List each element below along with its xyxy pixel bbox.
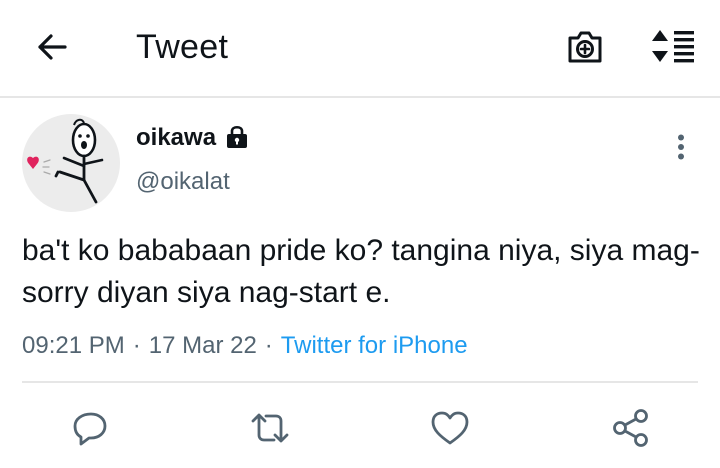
page-title: Tweet bbox=[136, 28, 229, 66]
heart-icon bbox=[429, 408, 471, 448]
meta-separator: · bbox=[132, 332, 141, 359]
retweet-icon bbox=[248, 408, 292, 448]
tweet-time: 09:21 PM bbox=[22, 332, 125, 359]
share-icon bbox=[610, 407, 652, 449]
tweet-source-link[interactable]: Twitter for iPhone bbox=[281, 332, 468, 360]
tweet-text: ba't ko bababaan pride ko? tangina niya,… bbox=[22, 234, 700, 309]
divider bbox=[22, 381, 698, 383]
username[interactable]: @oikalat bbox=[136, 168, 230, 196]
share-button[interactable] bbox=[603, 400, 659, 456]
lock-icon bbox=[224, 123, 250, 149]
more-options-button[interactable] bbox=[664, 130, 698, 164]
display-name[interactable]: oikawa bbox=[136, 124, 216, 152]
sort-list-icon bbox=[650, 27, 696, 65]
top-app-bar: Tweet bbox=[0, 0, 720, 98]
avatar[interactable] bbox=[22, 114, 120, 212]
reply-icon bbox=[70, 408, 110, 448]
retweet-button[interactable] bbox=[242, 400, 298, 456]
more-vertical-icon bbox=[677, 134, 685, 160]
tweet-date: 17 Mar 22 bbox=[148, 332, 257, 359]
back-button[interactable] bbox=[30, 27, 74, 67]
display-name-row: oikawa bbox=[136, 124, 250, 152]
reply-button[interactable] bbox=[62, 400, 118, 456]
camera-plus-icon bbox=[565, 28, 605, 66]
tweet-actions-bar bbox=[0, 400, 720, 456]
arrow-left-icon bbox=[35, 32, 69, 62]
tweet-meta: 09:21 PM · 17 Mar 22 · Twitter for iPhon… bbox=[22, 332, 468, 360]
sort-button[interactable] bbox=[648, 24, 698, 68]
meta-separator: · bbox=[264, 332, 273, 359]
like-button[interactable] bbox=[422, 400, 478, 456]
camera-button[interactable] bbox=[562, 24, 608, 70]
